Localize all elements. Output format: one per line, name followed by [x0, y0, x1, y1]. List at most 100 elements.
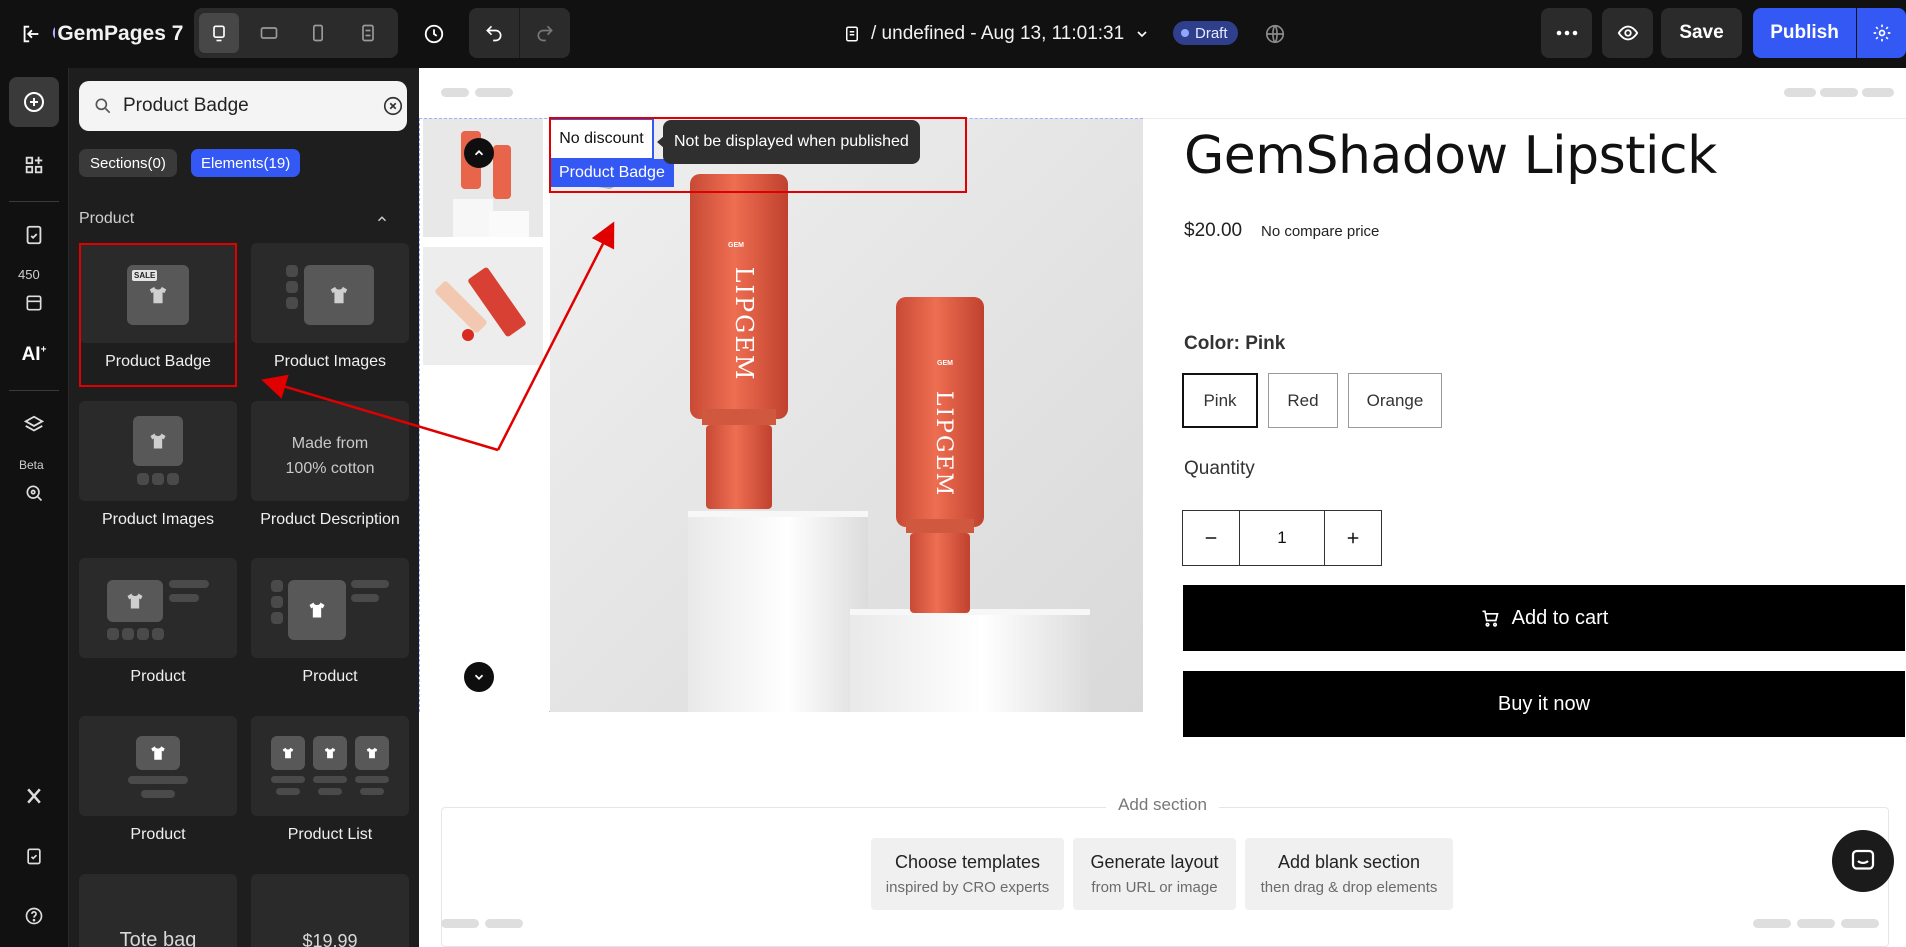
- element-card-product-list[interactable]: [251, 716, 409, 816]
- redo-button[interactable]: [519, 8, 569, 58]
- layers-icon: [23, 415, 45, 432]
- gallery-thumbnail[interactable]: [423, 247, 543, 365]
- more-button[interactable]: [1541, 8, 1592, 58]
- element-card-label: Product Badge: [105, 353, 211, 370]
- element-card-product-price[interactable]: $19.99: [251, 874, 409, 947]
- thumb-pill: [271, 776, 305, 783]
- layers-button[interactable]: [9, 400, 59, 450]
- element-card-label: Product Images: [273, 353, 387, 370]
- product-main-image[interactable]: LIPGEM LIPGEM GEM GEM: [550, 119, 1143, 712]
- product-title[interactable]: GemShadow Lipstick: [1184, 126, 1717, 186]
- undo-button[interactable]: [469, 8, 519, 58]
- quantity-label: Quantity: [1184, 458, 1255, 479]
- page-title-selector[interactable]: / undefined - Aug 13, 11:01:31: [843, 18, 1150, 50]
- sections-button[interactable]: [9, 140, 59, 190]
- price-preview: $19.99: [302, 931, 358, 947]
- pages-button[interactable]: [9, 210, 59, 260]
- product-badge[interactable]: No discount: [550, 119, 654, 159]
- desktop-view-button[interactable]: [199, 13, 239, 53]
- element-card-product[interactable]: [79, 716, 237, 816]
- product-gallery[interactable]: LIPGEM LIPGEM GEM GEM No discount Produc…: [419, 118, 1143, 713]
- add-element-button[interactable]: [9, 77, 59, 127]
- gallery-prev-button[interactable]: [464, 138, 494, 168]
- chevron-up-icon: [474, 150, 484, 156]
- element-card-label: Product: [130, 668, 186, 685]
- clear-search-icon[interactable]: [382, 95, 404, 117]
- element-card-product[interactable]: [79, 558, 237, 658]
- quantity-decrease-button[interactable]: [1183, 511, 1239, 565]
- mobile-view-button[interactable]: [298, 13, 338, 53]
- element-card-product-title[interactable]: Tote bag: [79, 874, 237, 947]
- chat-icon: [1851, 849, 1875, 870]
- skeleton-bar: [1820, 88, 1858, 97]
- option-title: Generate layout: [1090, 852, 1219, 872]
- cro-button[interactable]: [9, 461, 59, 511]
- option-subtitle: from URL or image: [1091, 879, 1218, 896]
- tube-brand-text: LIPGEM: [730, 267, 758, 382]
- device-switcher: [194, 8, 398, 58]
- compare-price[interactable]: No compare price: [1261, 223, 1379, 240]
- swatch-orange[interactable]: Orange: [1348, 373, 1442, 428]
- publish-button[interactable]: Publish: [1753, 8, 1856, 58]
- checklist-button[interactable]: [9, 831, 59, 881]
- add-to-cart-button[interactable]: Add to cart: [1183, 585, 1905, 651]
- add-blank-section-button[interactable]: Add blank section then drag & drop eleme…: [1245, 838, 1453, 910]
- selected-element-tag[interactable]: Product Badge: [550, 159, 674, 187]
- thumb-pill: [313, 776, 347, 783]
- chevron-up-icon[interactable]: [375, 212, 389, 226]
- ai-button[interactable]: AI+: [9, 330, 59, 380]
- chat-button[interactable]: [1832, 830, 1894, 892]
- app-logo: GGemPages 7: [52, 18, 184, 50]
- tab-sections[interactable]: Sections(0): [79, 149, 177, 177]
- product-price[interactable]: $20.00: [1184, 220, 1242, 242]
- element-card-product-images[interactable]: [251, 243, 409, 343]
- responsive-view-button[interactable]: [348, 13, 388, 53]
- exit-icon[interactable]: [16, 19, 46, 49]
- thumb-pill: [355, 776, 389, 783]
- generate-layout-button[interactable]: Generate layout from URL or image: [1073, 838, 1236, 910]
- publish-settings-button[interactable]: [1857, 8, 1906, 58]
- quantity-increase-button[interactable]: [1325, 511, 1381, 565]
- gallery-thumbnail[interactable]: [423, 119, 543, 237]
- swatch-pink[interactable]: Pink: [1182, 373, 1258, 428]
- option-subtitle: then drag & drop elements: [1260, 879, 1438, 896]
- history-button[interactable]: [417, 17, 451, 51]
- clock-icon: [424, 24, 444, 44]
- integrations-button[interactable]: [9, 771, 59, 821]
- buy-now-button[interactable]: Buy it now: [1183, 671, 1905, 737]
- help-button[interactable]: [9, 891, 59, 941]
- thumb-pill: [271, 596, 283, 608]
- save-button[interactable]: Save: [1661, 8, 1742, 58]
- responsive-icon: [362, 24, 374, 42]
- element-card-product-badge[interactable]: SALE: [79, 243, 237, 343]
- choose-templates-button[interactable]: Choose templates inspired by CRO experts: [871, 838, 1064, 910]
- skeleton-bar: [441, 919, 479, 928]
- element-card-product[interactable]: [251, 558, 409, 658]
- language-button[interactable]: [1258, 17, 1292, 51]
- title-preview: Tote bag: [119, 929, 197, 947]
- preview-button[interactable]: [1602, 8, 1653, 58]
- editor-app: GGemPages 7: [0, 0, 1906, 947]
- redo-icon: [537, 25, 553, 42]
- page-icon: [846, 26, 858, 42]
- option-title: Choose templates: [894, 852, 1041, 872]
- more-icon: [1556, 30, 1577, 36]
- search-input[interactable]: [123, 91, 363, 121]
- gallery-next-button[interactable]: [464, 662, 494, 692]
- library-button[interactable]: [9, 270, 59, 320]
- tube-brand-text: LIPGEM: [931, 391, 956, 497]
- library-icon: [26, 295, 42, 311]
- add-section-label: Add section: [419, 795, 1906, 815]
- thumb-pill: [360, 788, 384, 795]
- help-icon: [25, 907, 43, 925]
- element-card-product-images[interactable]: [79, 401, 237, 501]
- tablet-landscape-button[interactable]: [249, 13, 289, 53]
- tab-elements[interactable]: Elements(19): [191, 149, 301, 177]
- thumb-pill: [169, 580, 209, 588]
- tube-logo-text: GEM: [728, 242, 744, 249]
- x-logo-icon: [27, 788, 41, 804]
- swatch-red[interactable]: Red: [1268, 373, 1338, 428]
- quantity-input[interactable]: 1: [1239, 511, 1325, 565]
- element-card-product-description[interactable]: Made from 100% cotton: [251, 401, 409, 501]
- gear-icon: [1873, 24, 1890, 42]
